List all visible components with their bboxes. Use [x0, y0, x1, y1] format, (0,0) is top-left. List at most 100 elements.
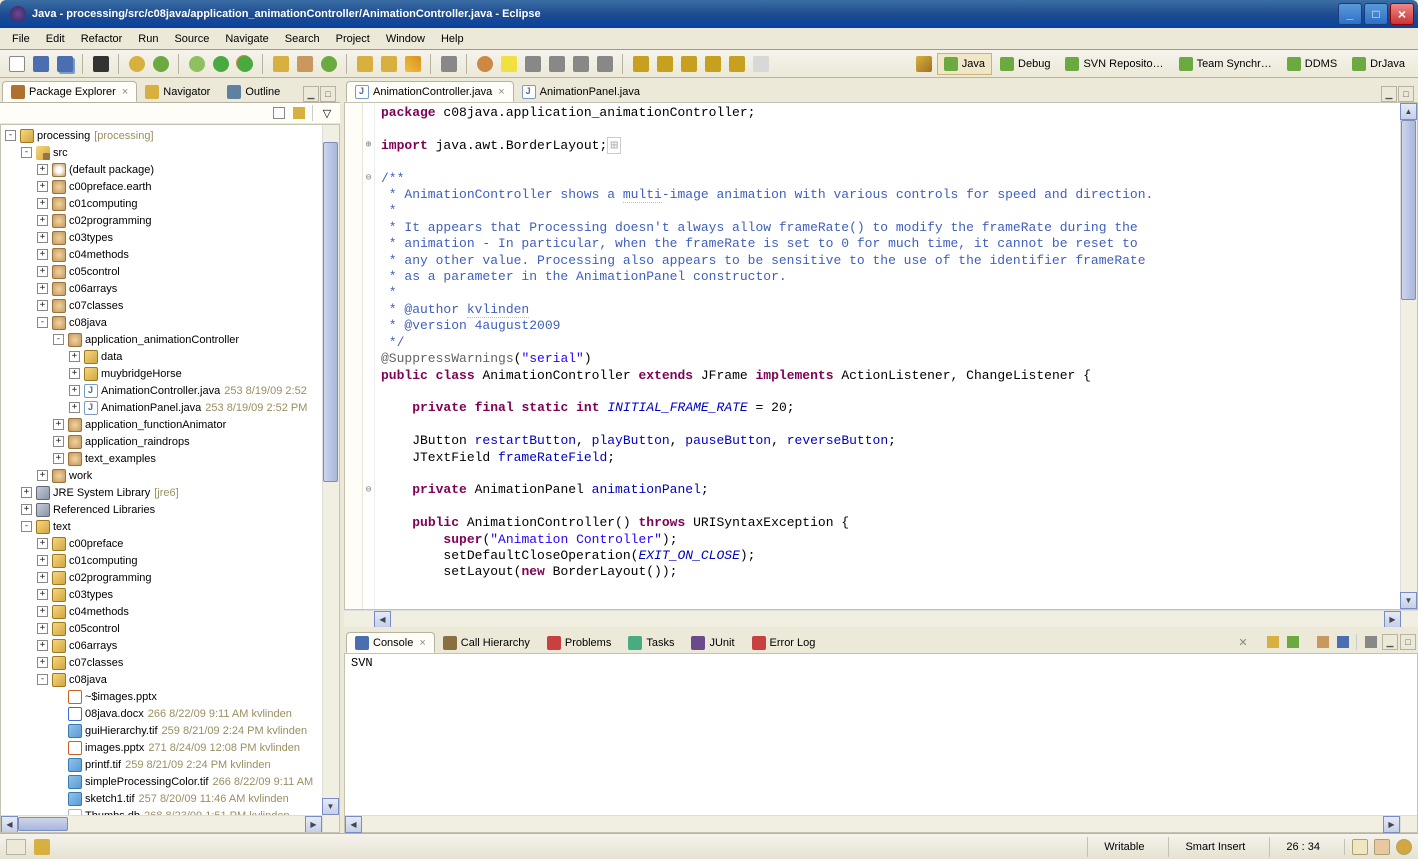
tree-node[interactable]: +text_examples: [5, 450, 339, 467]
scroll-thumb[interactable]: [323, 142, 338, 482]
expander-icon[interactable]: +: [69, 368, 80, 379]
perspective-drjava[interactable]: DrJava: [1345, 53, 1412, 75]
view-tab-navigator[interactable]: Navigator: [136, 81, 219, 102]
menu-refactor[interactable]: Refactor: [73, 30, 131, 48]
expander-icon[interactable]: +: [53, 436, 64, 447]
expander-icon[interactable]: +: [37, 198, 48, 209]
tree-node[interactable]: +AnimationPanel.java253 8/19/09 2:52 PM: [5, 399, 339, 416]
expander-icon[interactable]: +: [37, 215, 48, 226]
tree-node[interactable]: +c03types: [5, 586, 339, 603]
highlight-button[interactable]: [498, 53, 520, 75]
tree-node[interactable]: +c04methods: [5, 603, 339, 620]
expander-icon[interactable]: +: [37, 606, 48, 617]
new-package-button[interactable]: [294, 53, 316, 75]
expander-icon[interactable]: -: [5, 130, 16, 141]
status-icon-2[interactable]: [1374, 839, 1390, 855]
expander-icon[interactable]: +: [21, 487, 32, 498]
expander-icon[interactable]: +: [37, 572, 48, 583]
maximize-button[interactable]: □: [1364, 3, 1388, 25]
tree-node[interactable]: +c02programming: [5, 569, 339, 586]
expander-icon[interactable]: +: [37, 555, 48, 566]
menu-search[interactable]: Search: [277, 30, 328, 48]
tree-node[interactable]: sketch1.tif257 8/20/09 11:46 AM kvlinden: [5, 790, 339, 807]
console-pin-icon[interactable]: [1264, 633, 1282, 651]
tree-node[interactable]: +data: [5, 348, 339, 365]
search2-button[interactable]: [474, 53, 496, 75]
expander-icon[interactable]: +: [69, 385, 80, 396]
collapse-all-icon[interactable]: [270, 104, 288, 122]
expander-icon[interactable]: +: [37, 181, 48, 192]
expander-icon[interactable]: +: [69, 402, 80, 413]
tree-node[interactable]: +c01computing: [5, 195, 339, 212]
editor-body[interactable]: ⊕⊖⊖ package c08java.application_animatio…: [344, 102, 1418, 610]
annotation-button[interactable]: [522, 53, 544, 75]
expander-icon[interactable]: +: [37, 232, 48, 243]
open-type-button[interactable]: [354, 53, 376, 75]
expander-icon[interactable]: -: [21, 147, 32, 158]
console-new-icon[interactable]: [1362, 633, 1380, 651]
new-class-button[interactable]: [318, 53, 340, 75]
expander-icon[interactable]: +: [37, 640, 48, 651]
bottom-minimize-button[interactable]: ▁: [1382, 634, 1398, 650]
menu-edit[interactable]: Edit: [38, 30, 73, 48]
nav3-button[interactable]: [594, 53, 616, 75]
expander-icon[interactable]: +: [53, 453, 64, 464]
console-clear-icon[interactable]: ✕: [1234, 633, 1252, 651]
save-all-button[interactable]: [54, 53, 76, 75]
console-open-icon[interactable]: [1314, 633, 1332, 651]
minimize-button[interactable]: _: [1338, 3, 1362, 25]
tree-node[interactable]: +c02programming: [5, 212, 339, 229]
tree-node[interactable]: +muybridgeHorse: [5, 365, 339, 382]
menu-window[interactable]: Window: [378, 30, 433, 48]
expander-icon[interactable]: -: [21, 521, 32, 532]
close-icon[interactable]: ×: [419, 637, 425, 649]
editor-vscrollbar[interactable]: ▲ ▼: [1400, 103, 1417, 609]
editor-maximize-button[interactable]: □: [1398, 86, 1414, 102]
editor-minimize-button[interactable]: ▁: [1381, 86, 1397, 102]
expander-icon[interactable]: +: [37, 589, 48, 600]
scroll-down-button[interactable]: ▼: [322, 798, 339, 815]
step-into-button[interactable]: [630, 53, 652, 75]
expander-icon[interactable]: +: [37, 623, 48, 634]
tree-node[interactable]: +c06arrays: [5, 637, 339, 654]
tree-node[interactable]: +c07classes: [5, 297, 339, 314]
folding-gutter[interactable]: ⊕⊖⊖: [363, 103, 375, 609]
new-button[interactable]: [6, 53, 28, 75]
tree-node[interactable]: +c00preface.earth: [5, 178, 339, 195]
new-project-button[interactable]: [270, 53, 292, 75]
menu-navigate[interactable]: Navigate: [217, 30, 276, 48]
bottom-tab-error-log[interactable]: Error Log: [743, 632, 825, 653]
bottom-tab-junit[interactable]: JUnit: [682, 632, 743, 653]
run-button[interactable]: [210, 53, 232, 75]
prev-button[interactable]: [702, 53, 724, 75]
expander-icon[interactable]: +: [37, 283, 48, 294]
expander-icon[interactable]: +: [37, 470, 48, 481]
tree-node[interactable]: ~$images.pptx: [5, 688, 339, 705]
package-explorer-tree[interactable]: -processing[processing]-src+(default pac…: [0, 124, 340, 833]
bottom-tab-call-hierarchy[interactable]: Call Hierarchy: [434, 632, 539, 653]
tree-node[interactable]: +c03types: [5, 229, 339, 246]
status-icon-1[interactable]: [1352, 839, 1368, 855]
fastview-icon[interactable]: [6, 839, 26, 855]
expander-icon[interactable]: +: [37, 249, 48, 260]
tree-node[interactable]: +application_raindrops: [5, 433, 339, 450]
tree-node[interactable]: +c05control: [5, 263, 339, 280]
bottom-tab-console[interactable]: Console×: [346, 632, 435, 653]
device-button[interactable]: [90, 53, 112, 75]
tree-node[interactable]: +c04methods: [5, 246, 339, 263]
refresh-button[interactable]: [126, 53, 148, 75]
tree-node[interactable]: simpleProcessingColor.tif266 8/22/09 9:1…: [5, 773, 339, 790]
nav1-button[interactable]: [546, 53, 568, 75]
console-hscrollbar[interactable]: ◀ ▶: [345, 815, 1417, 832]
step-return-button[interactable]: [678, 53, 700, 75]
view-tab-package-explorer[interactable]: Package Explorer×: [2, 81, 137, 102]
tree-node[interactable]: +c05control: [5, 620, 339, 637]
forward-button[interactable]: [750, 53, 772, 75]
perspective-svnreposito[interactable]: SVN Reposito…: [1058, 53, 1170, 75]
nav2-button[interactable]: [570, 53, 592, 75]
menu-help[interactable]: Help: [433, 30, 472, 48]
open-perspective-button[interactable]: [913, 53, 935, 75]
perspective-teamsynchr[interactable]: Team Synchr…: [1172, 53, 1279, 75]
bottom-maximize-button[interactable]: □: [1400, 634, 1416, 650]
expander-icon[interactable]: +: [53, 419, 64, 430]
